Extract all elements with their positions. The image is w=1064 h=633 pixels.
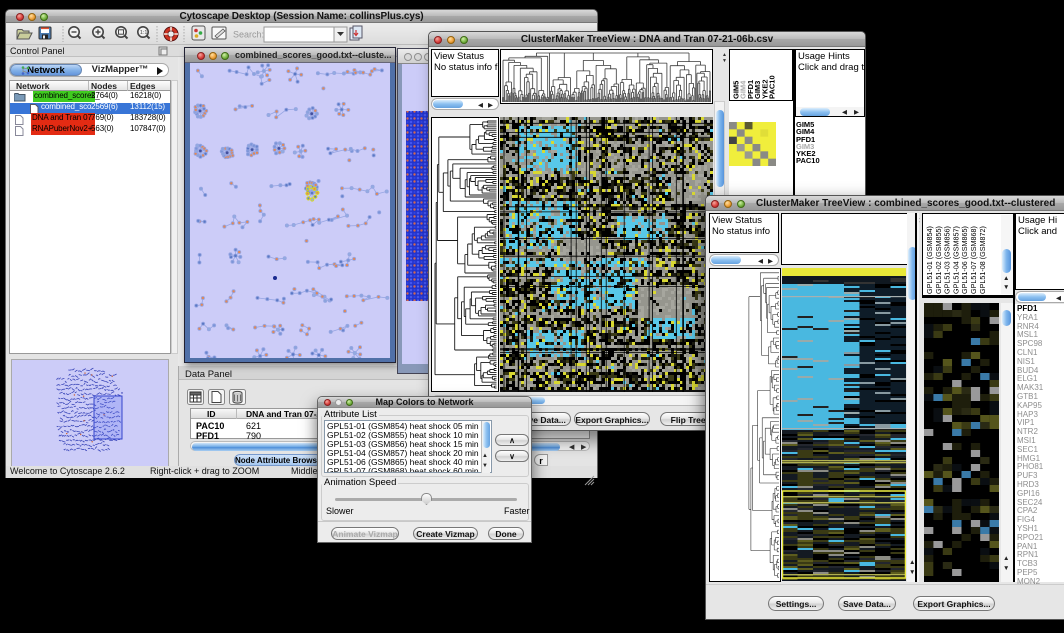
svg-text:1:1: 1:1 xyxy=(140,30,148,36)
svg-text:GPL51-03 (GSM856): GPL51-03 (GSM856) xyxy=(943,226,952,294)
svg-text:GPL51-01 (GSM854): GPL51-01 (GSM854) xyxy=(925,226,934,294)
svg-text:PAC10: PAC10 xyxy=(768,75,777,99)
svg-text:GPL51-06 (GSM865): GPL51-06 (GSM865) xyxy=(960,226,969,294)
svg-text:GPL51-08 (GSM872): GPL51-08 (GSM872) xyxy=(978,226,987,294)
svg-text:GPL51-07 (GSM868): GPL51-07 (GSM868) xyxy=(969,226,978,294)
svg-text:GPL51-04 (GSM857): GPL51-04 (GSM857) xyxy=(951,226,960,294)
svg-text:Search:: Search: xyxy=(233,30,264,40)
svg-text:GPL51-02 (GSM855): GPL51-02 (GSM855) xyxy=(934,226,943,294)
